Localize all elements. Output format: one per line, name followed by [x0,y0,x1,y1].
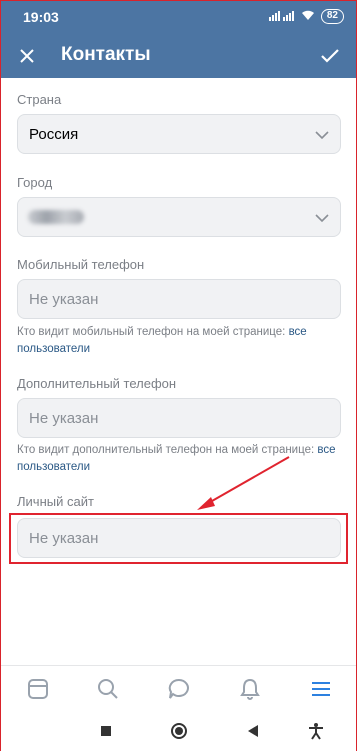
notifications-icon [240,678,260,700]
extra-phone-placeholder: Не указан [29,410,99,427]
system-nav-bar [1,711,356,751]
app-bar: Контакты [1,34,356,78]
back-triangle-icon [248,725,258,737]
pointer-arrow-icon [197,456,290,510]
country-label: Страна [17,92,62,107]
messages-icon [168,678,189,699]
save-button[interactable] [316,42,344,70]
nav-news[interactable] [25,676,51,702]
nav-menu[interactable] [308,676,334,702]
close-button[interactable] [13,42,41,70]
battery-indicator: 82 [320,9,344,24]
accessibility-button[interactable] [306,721,326,741]
signal-icon [268,9,295,24]
extra-phone-label: Дополнительный телефон [17,376,177,391]
status-time: 19:03 [23,9,59,25]
contacts-form: Страна Россия Город Мобильный телефон Не… [1,78,356,665]
close-icon [20,49,34,63]
home-circle-icon [171,723,187,739]
mobile-phone-hint: Кто видит мобильный телефон на моей стра… [17,324,337,358]
chevron-down-icon [315,131,329,140]
city-select[interactable] [17,197,341,237]
country-select[interactable]: Россия [17,114,341,154]
mobile-phone-label: Мобильный телефон [17,257,145,272]
city-label: Город [17,175,53,190]
page-title: Контакты [61,44,151,65]
recent-apps-button[interactable] [96,721,116,741]
nav-search[interactable] [95,676,121,702]
home-button[interactable] [169,721,189,741]
highlight-frame [9,513,348,564]
search-icon [98,679,118,699]
status-icons: 82 [268,9,344,24]
check-icon [321,49,339,63]
city-value-blurred [28,210,84,224]
square-icon [101,726,111,736]
chevron-down-icon [315,214,329,223]
wifi-icon [301,9,315,24]
mobile-phone-hint-text: Кто видит мобильный телефон на моей стра… [17,326,289,338]
website-label: Личный сайт [17,494,94,509]
mobile-phone-placeholder: Не указан [29,291,99,308]
news-icon [28,679,48,699]
nav-notifications[interactable] [237,676,263,702]
status-bar: 19:03 82 [1,1,356,34]
bottom-nav [1,665,356,711]
nav-messages[interactable] [166,676,192,702]
country-value: Россия [29,126,79,143]
extra-phone-input[interactable]: Не указан [17,398,341,438]
mobile-phone-input[interactable]: Не указан [17,279,341,319]
back-button[interactable] [243,721,263,741]
accessibility-icon [309,723,323,740]
menu-icon [312,682,330,696]
